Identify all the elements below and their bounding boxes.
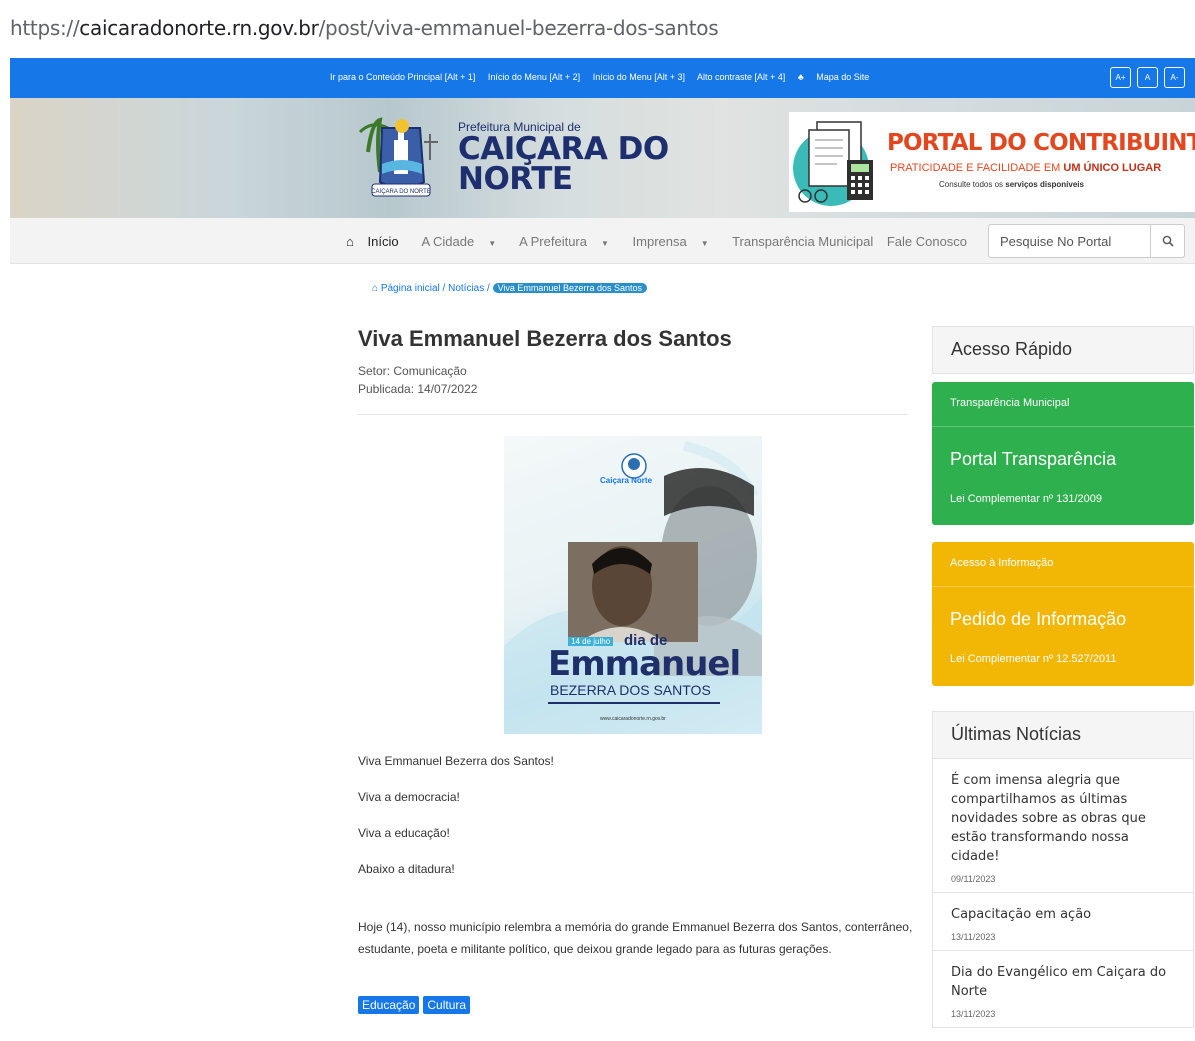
portal-subtitle: PRATICIDADE E FACILIDADE EM UM ÚNICO LUG…: [890, 162, 1161, 174]
browser-url-bar[interactable]: https://caicaradonorte.rn.gov.br/post/vi…: [0, 0, 1195, 52]
nav-imprensa[interactable]: Imprensa ▼: [633, 234, 719, 249]
news-item[interactable]: É com imensa alegria que compartilhamos …: [932, 759, 1194, 893]
menu-start-link-2[interactable]: Início do Menu [Alt + 3]: [593, 72, 685, 82]
url-path: /post/viva-emmanuel-bezerra-dos-santos: [318, 16, 719, 40]
divider: [358, 414, 908, 415]
sitemap-label: Mapa do Site: [816, 72, 870, 82]
search-box: [988, 224, 1185, 258]
portal-subtitle-part2: UM ÚNICO LUGAR: [1063, 162, 1162, 174]
quick-access-panel: Acesso Rápido Transparência Municipal Po…: [932, 326, 1194, 686]
latest-news-panel: Últimas Notícias É com imensa alegria qu…: [932, 711, 1194, 1028]
poster-site: www.caicaradonorte.rn.gov.br: [600, 716, 666, 722]
nav-fale-conosco[interactable]: Fale Conosco: [887, 234, 967, 249]
information-request-card[interactable]: Acesso à Informação Pedido de Informação…: [932, 542, 1194, 686]
article-image[interactable]: Caiçara Norte 14 de julho dia de Emmanue…: [504, 436, 762, 734]
main-nav: ⌂ Início A Cidade ▼ A Prefeitura ▼ Imprens…: [10, 218, 1195, 264]
news-item[interactable]: Dia do Evangélico em Caiçara do Norte 13…: [932, 951, 1194, 1028]
city-emblem-logo[interactable]: CAIÇARA DO NORTE: [358, 112, 444, 204]
information-card-top: Acesso à Informação: [932, 542, 1194, 587]
high-contrast-link[interactable]: Alto contraste [Alt + 4]: [697, 72, 785, 82]
nav-home[interactable]: ⌂ Início: [346, 234, 409, 249]
caret-down-icon: ▼: [488, 239, 497, 248]
poster-logo-text: Caiçara Norte: [600, 476, 653, 485]
font-decrease-button[interactable]: A-: [1164, 67, 1185, 88]
portal-desc-part1: Consulte todos os: [939, 180, 1006, 189]
transparency-card-law: Lei Complementar nº 131/2009: [950, 493, 1103, 505]
poster-name: Emmanuel: [548, 644, 741, 684]
news-item-date: 09/11/2023: [951, 874, 996, 884]
nav-a-cidade-label: A Cidade: [421, 234, 475, 249]
news-item-title: Dia do Evangélico em Caiçara do Norte: [951, 965, 1167, 999]
breadcrumb-noticias[interactable]: Notícias: [448, 283, 484, 294]
header-banner: CAIÇARA DO NORTE Prefeitura Municipal de…: [10, 98, 1195, 218]
quick-access-title: Acesso Rápido: [932, 326, 1194, 374]
svg-text:CAIÇARA DO NORTE: CAIÇARA DO NORTE: [371, 189, 431, 195]
nav-home-label: Início: [367, 234, 399, 249]
breadcrumb-home-label: Página inicial: [380, 283, 440, 294]
nav-transparencia[interactable]: Transparência Municipal: [732, 234, 873, 249]
transparency-card[interactable]: Transparência Municipal Portal Transparê…: [932, 382, 1194, 525]
tag-cultura[interactable]: Cultura: [423, 996, 471, 1014]
information-card-law: Lei Complementar nº 12.527/2011: [950, 653, 1117, 665]
nav-a-prefeitura-label: A Prefeitura: [519, 234, 587, 249]
city-name-line2: NORTE: [458, 161, 573, 197]
portal-desc-part2: serviços disponíveis: [1005, 180, 1084, 189]
breadcrumb-current: Viva Emmanuel Bezerra dos Santos: [492, 283, 647, 293]
nav-a-prefeitura[interactable]: A Prefeitura ▼: [519, 234, 619, 249]
search-icon: [1162, 235, 1174, 247]
search-input[interactable]: [990, 226, 1152, 256]
breadcrumb-home[interactable]: ⌂ Página inicial: [372, 283, 440, 294]
poster-surname: BEZERRA DOS SANTOS: [550, 682, 711, 698]
caret-down-icon: ▼: [700, 239, 709, 248]
font-reset-button[interactable]: A: [1137, 67, 1158, 88]
article-paragraph: Viva Emmanuel Bezerra dos Santos!: [358, 754, 554, 768]
url-prefix: https://: [10, 16, 80, 40]
article-published-date: Publicada: 14/07/2022: [358, 382, 478, 396]
article-paragraph: Abaixo a ditadura!: [358, 862, 455, 876]
city-name-logo[interactable]: Prefeitura Municipal de CAIÇARA DO NORTE: [458, 120, 669, 197]
home-icon: ⌂: [372, 283, 379, 294]
latest-news-title: Últimas Notícias: [932, 711, 1194, 759]
article-sector: Setor: Comunicação: [358, 364, 467, 378]
city-name-line1: CAIÇARA DO: [458, 131, 669, 167]
article-body: Viva Emmanuel Bezerra dos Santos! Viva a…: [358, 754, 918, 982]
news-item-title: É com imensa alegria que compartilhamos …: [951, 773, 1146, 864]
url-host: caicaradonorte.rn.gov.br: [79, 16, 319, 40]
news-item-title: Capacitação em ação: [951, 907, 1092, 922]
news-item-date: 13/11/2023: [951, 1009, 996, 1019]
sitemap-link[interactable]: ♣ Mapa do Site: [798, 72, 879, 82]
search-button[interactable]: [1150, 225, 1184, 257]
news-item[interactable]: Capacitação em ação 13/11/2023: [932, 893, 1194, 951]
article-paragraph: Viva a educação!: [358, 826, 450, 840]
news-item-date: 13/11/2023: [951, 932, 996, 942]
breadcrumb: ⌂ Página inicial / Notícias / Viva Emman…: [372, 283, 647, 294]
article: Viva Emmanuel Bezerra dos Santos Setor: …: [358, 326, 912, 1014]
portal-description: Consulte todos os serviços disponíveis: [939, 180, 1084, 189]
tag-educacao[interactable]: Educação: [358, 996, 420, 1014]
calculator-documents-icon: [793, 121, 873, 206]
article-title: Viva Emmanuel Bezerra dos Santos: [358, 326, 732, 351]
portal-contribuinte-banner[interactable]: PORTAL DO CONTRIBUINTE PRATICIDADE E FAC…: [789, 112, 1195, 212]
menu-start-link[interactable]: Início do Menu [Alt + 2]: [488, 72, 580, 82]
transparency-card-top: Transparência Municipal: [932, 382, 1194, 427]
home-icon: ⌂: [346, 234, 354, 249]
article-paragraph: Viva a democracia!: [358, 790, 460, 804]
transparency-card-title: Portal Transparência: [950, 449, 1117, 469]
nav-a-cidade[interactable]: A Cidade ▼: [421, 234, 506, 249]
caret-down-icon: ▼: [601, 239, 609, 248]
portal-title: PORTAL DO CONTRIBUINTE: [887, 130, 1195, 156]
skip-to-content-link[interactable]: Ir para o Conteúdo Principal [Alt + 1]: [330, 72, 475, 82]
poster-underline: [548, 702, 720, 704]
font-increase-button[interactable]: A+: [1110, 67, 1131, 88]
sitemap-icon: ♣: [797, 72, 804, 82]
article-tags: Educação Cultura: [358, 996, 471, 1014]
nav-imprensa-label: Imprensa: [632, 234, 687, 249]
article-paragraph-long: Hoje (14), nosso município relembra a me…: [358, 920, 913, 956]
information-card-title: Pedido de Informação: [950, 609, 1127, 629]
portal-subtitle-part1: PRATICIDADE E FACILIDADE EM: [890, 162, 1064, 174]
accessibility-bar: Ir para o Conteúdo Principal [Alt + 1] I…: [10, 58, 1195, 98]
